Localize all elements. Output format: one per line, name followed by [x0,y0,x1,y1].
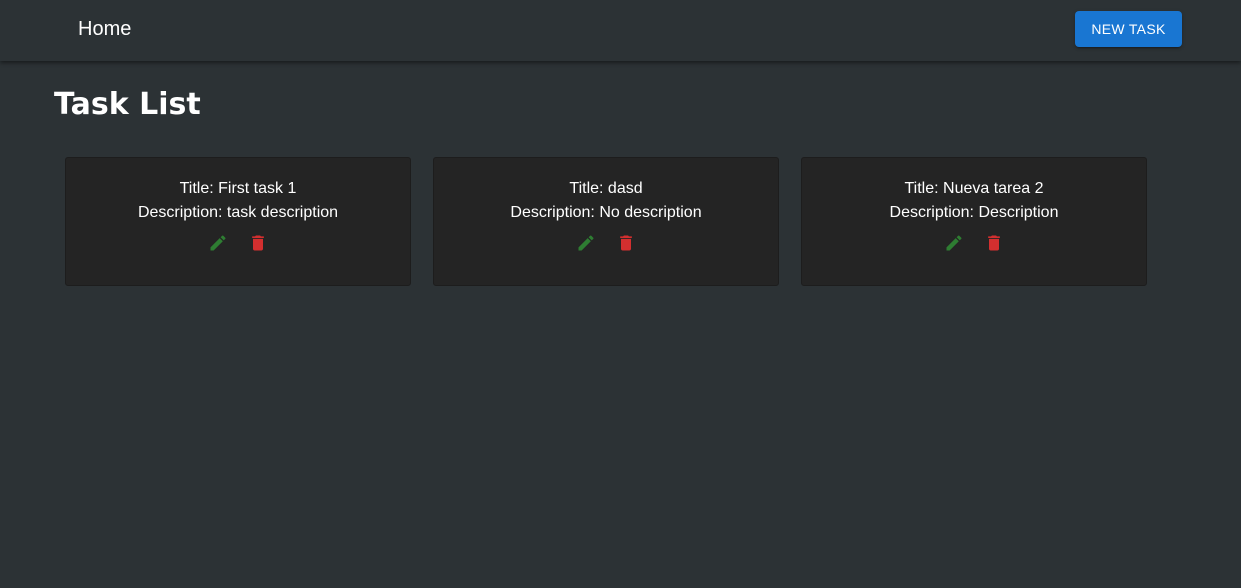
task-card: Title: Nueva tarea 2 Description: Descri… [801,157,1147,286]
task-actions [434,232,778,254]
app-bar: Home NEW TASK [0,0,1241,61]
home-link[interactable]: Home [78,17,131,41]
trash-icon[interactable] [983,232,1005,254]
pencil-icon[interactable] [943,232,965,254]
task-title: Title: Nueva tarea 2 [904,180,1044,197]
task-title: Title: First task 1 [179,180,297,197]
trash-icon[interactable] [247,232,269,254]
page-title: Task List [54,87,201,122]
task-description: Description: task description [137,204,339,221]
trash-icon[interactable] [615,232,637,254]
pencil-icon[interactable] [207,232,229,254]
task-actions [66,232,410,254]
task-card: Title: First task 1 Description: task de… [65,157,411,286]
task-description: Description: Description [889,204,1059,221]
task-description: Description: No description [510,204,702,221]
task-card-grid: Title: First task 1 Description: task de… [65,157,1147,286]
task-card: Title: dasd Description: No description [433,157,779,286]
task-title: Title: dasd [569,180,643,197]
pencil-icon[interactable] [575,232,597,254]
new-task-button[interactable]: NEW TASK [1075,11,1182,47]
task-actions [802,232,1146,254]
